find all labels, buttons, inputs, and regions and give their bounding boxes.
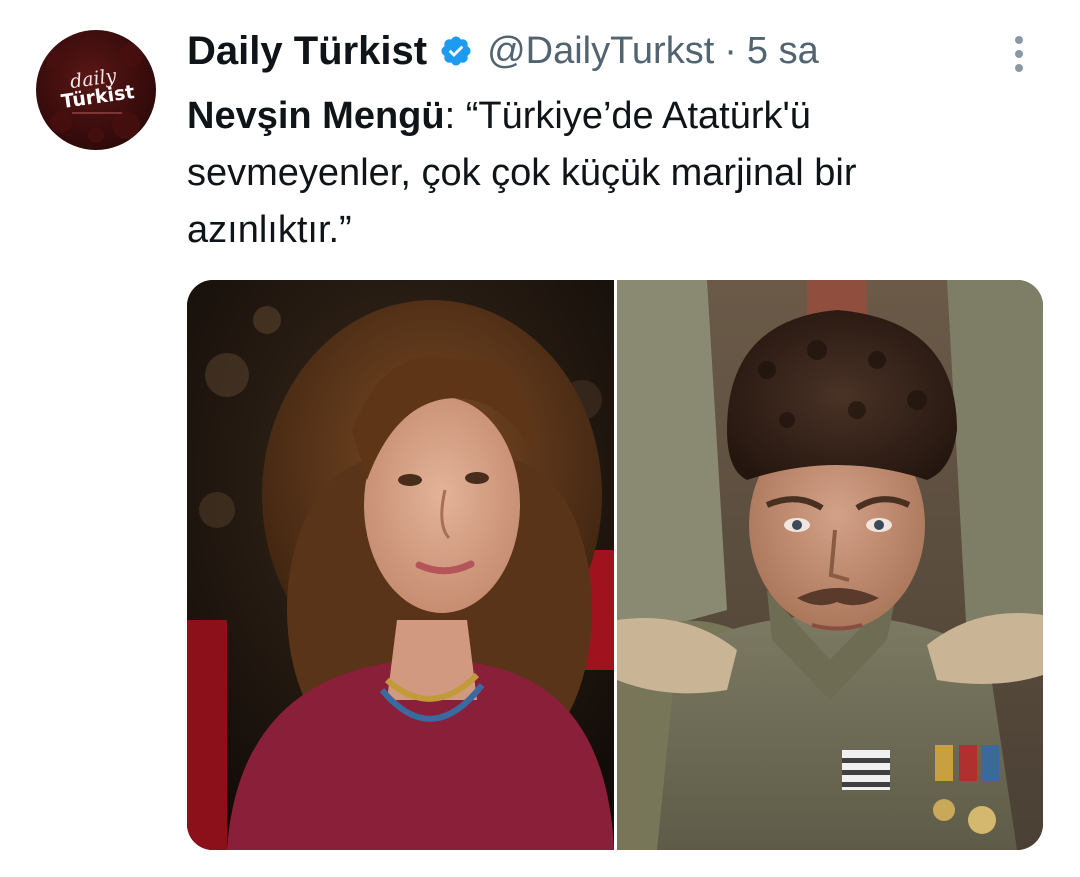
verified-badge-icon[interactable] (439, 34, 473, 68)
woman-portrait-photo[interactable] (187, 280, 614, 850)
speaker-name: Nevşin Mengü (187, 95, 445, 137)
handle[interactable]: @DailyTurkst (487, 30, 714, 73)
tweet-header: Daily Türkist @DailyTurkst · 5 sa (187, 26, 819, 76)
display-name[interactable]: Daily Türkist (187, 29, 427, 74)
more-options-icon[interactable] (1008, 34, 1030, 74)
tweet[interactable]: daily Türkist Daily Türkist @DailyTurkst… (0, 0, 1080, 877)
avatar[interactable]: daily Türkist (36, 30, 156, 150)
speaker-colon: : (444, 95, 456, 137)
timestamp[interactable]: 5 sa (747, 30, 819, 73)
separator-dot: · (724, 29, 737, 72)
man-uniform-portrait-photo[interactable] (617, 280, 1043, 850)
tweet-text: Nevşin Mengü: “Türkiye’de Atatürk'ü sevm… (187, 88, 1027, 259)
media-grid[interactable] (187, 280, 1043, 850)
